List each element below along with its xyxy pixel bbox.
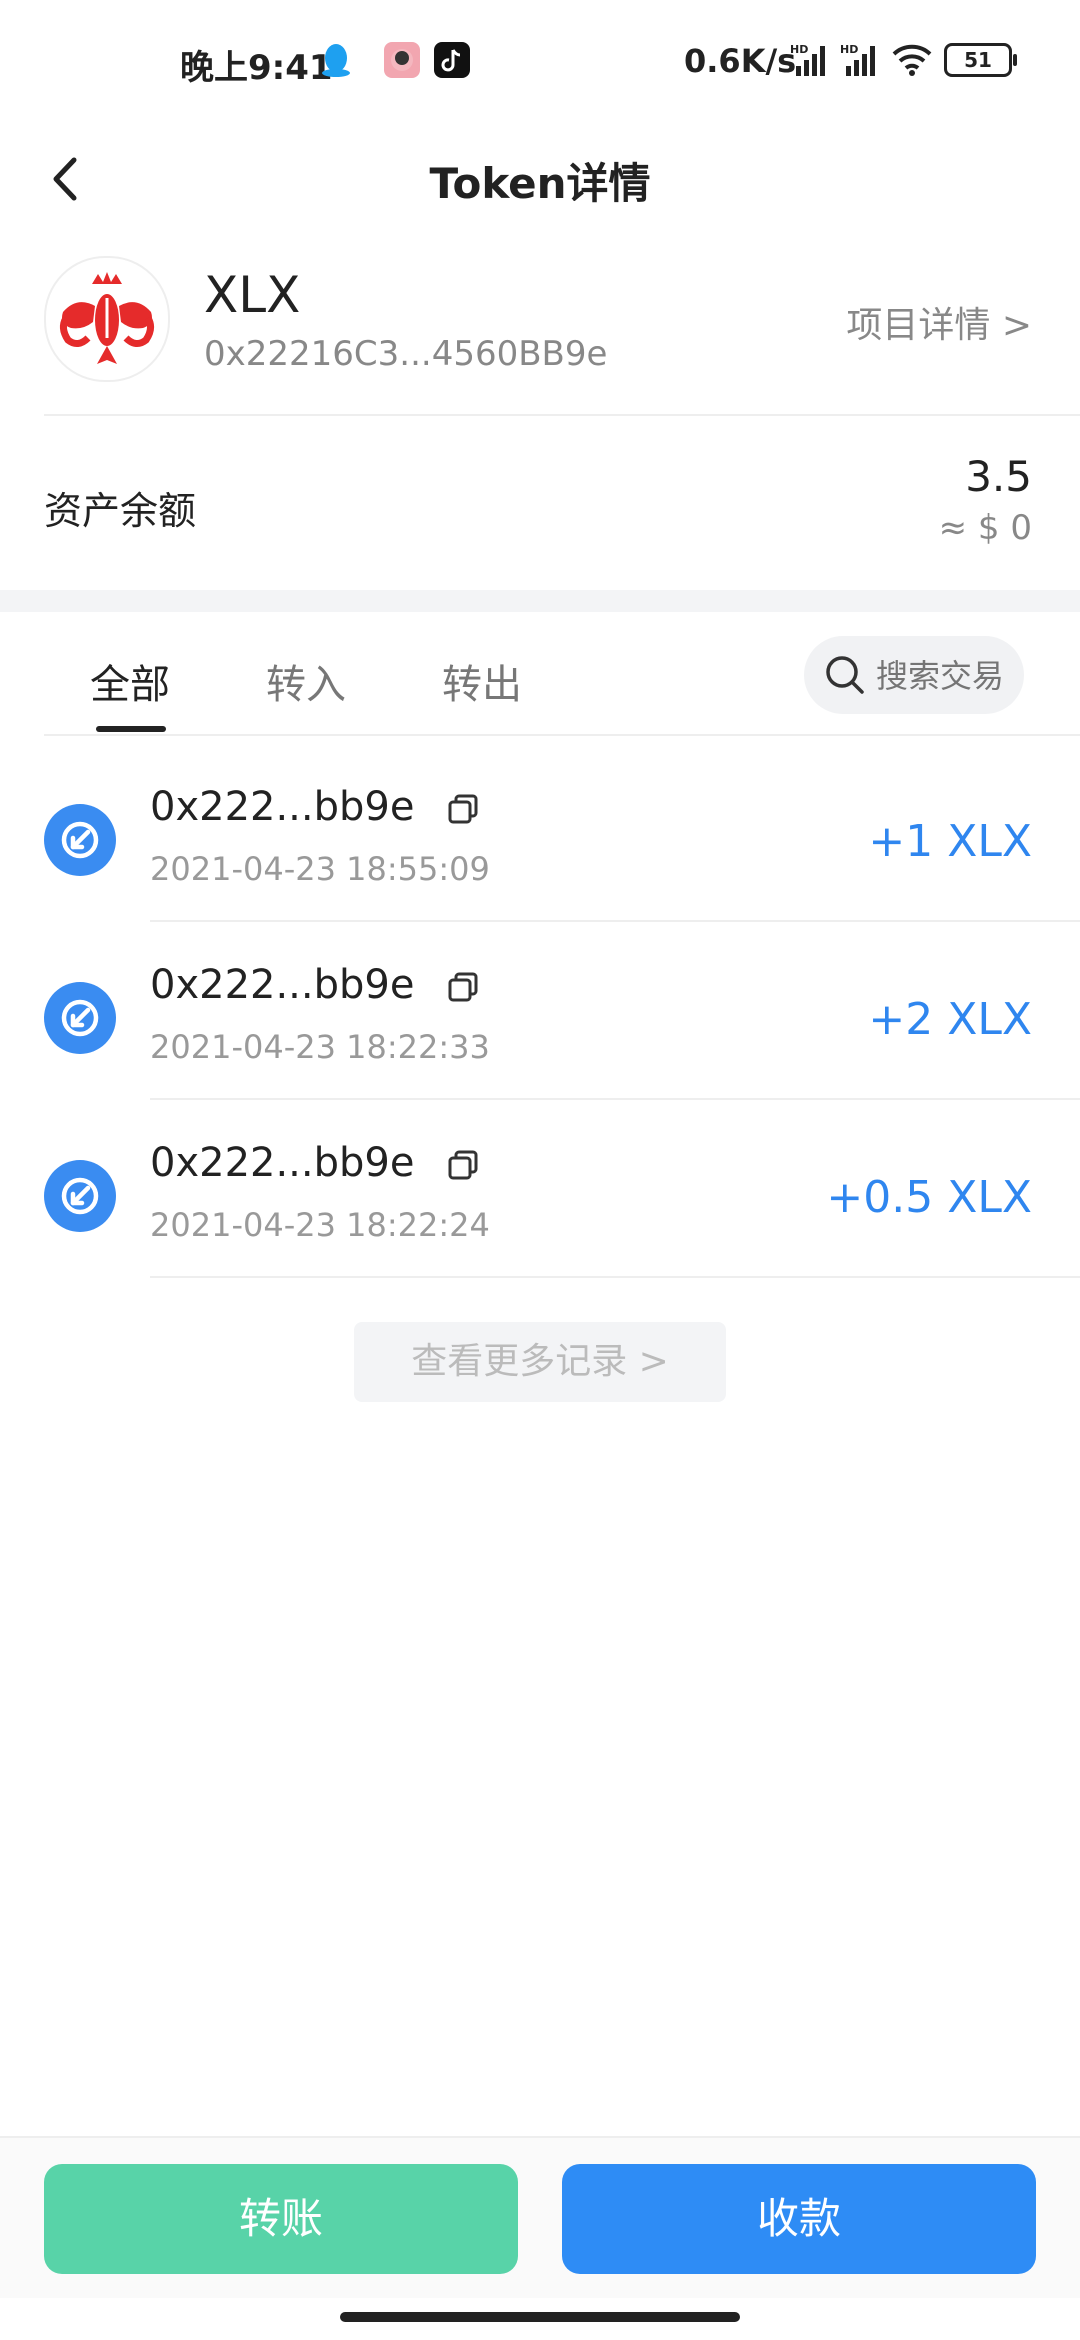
status-icons: HD HD 51 [790, 40, 1017, 80]
project-details-link[interactable]: 项目详情 > [846, 296, 1032, 348]
tiktok-icon [434, 42, 470, 78]
view-more-records-button[interactable]: 查看更多记录 > [354, 1322, 726, 1402]
search-icon [826, 656, 864, 694]
signal-icon: HD [790, 43, 825, 76]
bottom-action-bar: 转账 收款 [0, 2136, 1080, 2298]
network-speed: 0.6K/s [684, 42, 797, 80]
table-row[interactable]: 0x222...bb9e 2021-04-23 18:22:33 +2 XLX [0, 922, 1080, 1100]
token-card: XLX 0x22216C3...4560BB9e 项目详情 > [0, 256, 1080, 416]
balance-fiat: ≈ $ 0 [938, 508, 1032, 548]
divider [44, 734, 1080, 736]
wifi-icon [892, 44, 932, 76]
status-bar: 晚上9:41 0.6K/s HD HD 51 [0, 0, 1080, 124]
qq-icon [318, 42, 354, 78]
table-row[interactable]: 0x222...bb9e 2021-04-23 18:55:09 +1 XLX [0, 744, 1080, 922]
tx-filter-tabs: 全部 转入 转出 [0, 612, 1080, 736]
tx-timestamp: 2021-04-23 18:22:24 [150, 1206, 490, 1244]
token-contract-address[interactable]: 0x22216C3...4560BB9e [204, 334, 607, 374]
receive-button[interactable]: 收款 [562, 2164, 1036, 2274]
balance-label: 资产余额 [44, 489, 197, 533]
tx-address: 0x222...bb9e [150, 784, 415, 830]
signal-icon: HD [840, 43, 875, 76]
table-row[interactable]: 0x222...bb9e 2021-04-23 18:22:24 +0.5 XL… [0, 1100, 1080, 1278]
tx-address: 0x222...bb9e [150, 1140, 415, 1186]
transaction-type-icon [44, 804, 116, 876]
section-gap [0, 590, 1080, 612]
status-time: 晚上9:41 [180, 48, 333, 88]
battery-icon: 51 [944, 43, 1017, 77]
tab-outgoing[interactable]: 转出 [442, 652, 522, 710]
tx-amount: +1 XLX [868, 816, 1032, 867]
asset-balance: 资产余额 3.5 ≈ $ 0 [0, 416, 1080, 586]
token-logo [44, 256, 170, 382]
tab-all[interactable]: 全部 [90, 652, 170, 710]
nav-header: Token详情 [0, 124, 1080, 234]
tx-amount: +0.5 XLX [826, 1172, 1032, 1223]
balance-value: 3.5 [965, 452, 1032, 501]
copy-icon[interactable] [444, 1146, 484, 1186]
search-box[interactable] [804, 636, 1024, 714]
avatar-app-icon [384, 42, 420, 78]
transaction-type-icon [44, 1160, 116, 1232]
divider [150, 1276, 1080, 1278]
home-indicator[interactable] [340, 2312, 740, 2322]
search-input[interactable] [874, 650, 1018, 702]
active-tab-indicator [96, 726, 166, 732]
tx-amount: +2 XLX [868, 994, 1032, 1045]
tab-incoming[interactable]: 转入 [266, 652, 346, 710]
svg-text:HD: HD [840, 43, 858, 56]
token-symbol: XLX [204, 266, 301, 324]
svg-text:HD: HD [790, 43, 808, 56]
copy-icon[interactable] [444, 790, 484, 830]
tx-timestamp: 2021-04-23 18:22:33 [150, 1028, 490, 1066]
tx-timestamp: 2021-04-23 18:55:09 [150, 850, 490, 888]
transaction-type-icon [44, 982, 116, 1054]
page-title: Token详情 [429, 159, 651, 208]
tx-address: 0x222...bb9e [150, 962, 415, 1008]
transfer-button[interactable]: 转账 [44, 2164, 518, 2274]
copy-icon[interactable] [444, 968, 484, 1008]
